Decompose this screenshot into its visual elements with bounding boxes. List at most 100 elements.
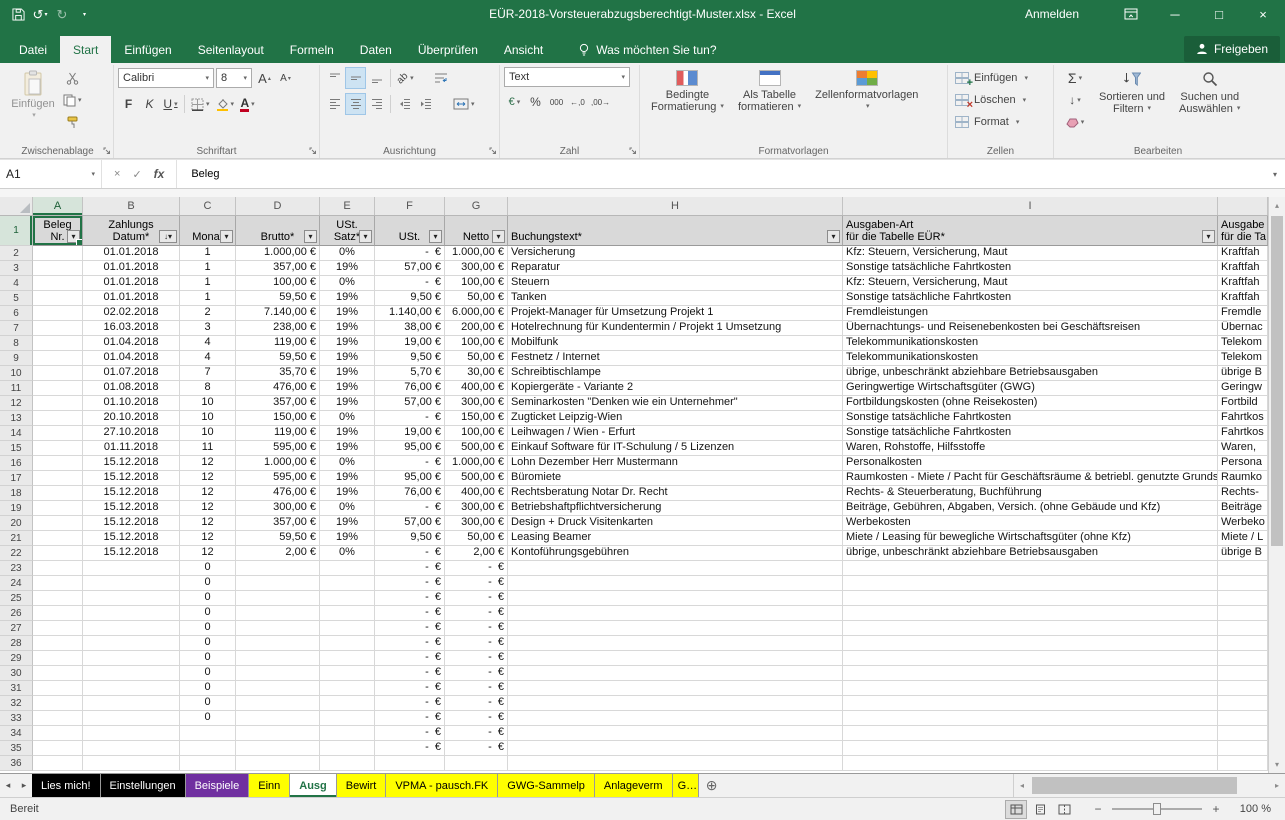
- cell-A32[interactable]: [33, 696, 83, 711]
- sheet-tab-einstellungen[interactable]: Einstellungen: [101, 774, 186, 797]
- cell-E20[interactable]: 19%: [320, 516, 375, 531]
- cell-I27[interactable]: [843, 621, 1218, 636]
- align-left-button[interactable]: [324, 93, 345, 115]
- cell-B36[interactable]: [83, 756, 180, 771]
- cell-F32[interactable]: - €: [375, 696, 445, 711]
- cell-B24[interactable]: [83, 576, 180, 591]
- cell-H26[interactable]: [508, 606, 843, 621]
- cell-J23[interactable]: [1218, 561, 1268, 576]
- accounting-format-button[interactable]: €▾: [504, 91, 525, 113]
- customize-qat-button[interactable]: ▾: [74, 3, 94, 25]
- cell-A15[interactable]: [33, 441, 83, 456]
- row-header-26[interactable]: 26: [0, 606, 33, 621]
- cell-E23[interactable]: [320, 561, 375, 576]
- cell-E27[interactable]: [320, 621, 375, 636]
- cell-H25[interactable]: [508, 591, 843, 606]
- cell-E33[interactable]: [320, 711, 375, 726]
- row-header-21[interactable]: 21: [0, 531, 33, 546]
- cell-E29[interactable]: [320, 651, 375, 666]
- decrease-font-button[interactable]: A▾: [275, 67, 296, 89]
- header-cell[interactable]: ZahlungsDatum*↓▾: [83, 216, 180, 246]
- cell-I33[interactable]: [843, 711, 1218, 726]
- cell-I8[interactable]: Telekommunikationskosten: [843, 336, 1218, 351]
- cell-H12[interactable]: Seminarkosten "Denken wie ein Unternehme…: [508, 396, 843, 411]
- cell-G31[interactable]: - €: [445, 681, 508, 696]
- cell-B8[interactable]: 01.04.2018: [83, 336, 180, 351]
- enter-button[interactable]: ✓: [132, 168, 141, 181]
- cell-A7[interactable]: [33, 321, 83, 336]
- cell-H7[interactable]: Hotelrechnung für Kundentermin / Projekt…: [508, 321, 843, 336]
- cell-F4[interactable]: - €: [375, 276, 445, 291]
- share-button[interactable]: Freigeben: [1184, 36, 1280, 62]
- cell-B19[interactable]: 15.12.2018: [83, 501, 180, 516]
- cell-E18[interactable]: 19%: [320, 486, 375, 501]
- cell-D25[interactable]: [236, 591, 320, 606]
- cell-A11[interactable]: [33, 381, 83, 396]
- cell-C23[interactable]: 0: [180, 561, 236, 576]
- column-header-D[interactable]: D: [236, 197, 320, 215]
- cell-D10[interactable]: 35,70 €: [236, 366, 320, 381]
- cell-B6[interactable]: 02.02.2018: [83, 306, 180, 321]
- fill-color-button[interactable]: ▾: [213, 93, 238, 115]
- cell-A6[interactable]: [33, 306, 83, 321]
- cell-D18[interactable]: 476,00 €: [236, 486, 320, 501]
- bold-button[interactable]: F: [118, 93, 139, 115]
- cell-C9[interactable]: 4: [180, 351, 236, 366]
- cell-I22[interactable]: übrige, unbeschränkt abziehbare Betriebs…: [843, 546, 1218, 561]
- cell-J9[interactable]: Telekom: [1218, 351, 1268, 366]
- cell-J12[interactable]: Fortbild: [1218, 396, 1268, 411]
- cell-E30[interactable]: [320, 666, 375, 681]
- cell-C11[interactable]: 8: [180, 381, 236, 396]
- cell-F9[interactable]: 9,50 €: [375, 351, 445, 366]
- cell-B29[interactable]: [83, 651, 180, 666]
- format-as-table-button[interactable]: Als Tabelle formatieren▾: [731, 67, 808, 116]
- cell-G20[interactable]: 300,00 €: [445, 516, 508, 531]
- sheet-nav-right-button[interactable]: ▸: [16, 774, 32, 797]
- cell-J4[interactable]: Kraftfah: [1218, 276, 1268, 291]
- cell-G35[interactable]: - €: [445, 741, 508, 756]
- cell-I11[interactable]: Geringwertige Wirtschaftsgüter (GWG): [843, 381, 1218, 396]
- cell-I21[interactable]: Miete / Leasing für bewegliche Wirtschaf…: [843, 531, 1218, 546]
- cell-B25[interactable]: [83, 591, 180, 606]
- tab-ueberpruefen[interactable]: Überprüfen: [405, 36, 491, 63]
- cell-G29[interactable]: - €: [445, 651, 508, 666]
- page-layout-view-button[interactable]: [1029, 800, 1051, 819]
- sign-in-link[interactable]: Anmelden: [1025, 7, 1079, 21]
- filter-button[interactable]: ▾: [304, 230, 317, 243]
- cell-F27[interactable]: - €: [375, 621, 445, 636]
- cell-G33[interactable]: - €: [445, 711, 508, 726]
- cell-H24[interactable]: [508, 576, 843, 591]
- sheet-tab-anlageverm[interactable]: Anlageverm: [595, 774, 673, 797]
- cell-H6[interactable]: Projekt-Manager für Umsetzung Projekt 1: [508, 306, 843, 321]
- cell-F29[interactable]: - €: [375, 651, 445, 666]
- cell-G18[interactable]: 400,00 €: [445, 486, 508, 501]
- cell-I9[interactable]: Telekommunikationskosten: [843, 351, 1218, 366]
- sort-filter-button[interactable]: Sortieren und Filtern▾: [1092, 67, 1172, 133]
- cell-D36[interactable]: [236, 756, 320, 771]
- cell-E2[interactable]: 0%: [320, 246, 375, 261]
- name-box[interactable]: A1▾: [0, 160, 102, 188]
- header-cell[interactable]: Ausgabefür die Ta: [1218, 216, 1268, 246]
- row-header-23[interactable]: 23: [0, 561, 33, 576]
- cell-C14[interactable]: 10: [180, 426, 236, 441]
- cell-E8[interactable]: 19%: [320, 336, 375, 351]
- cell-J8[interactable]: Telekom: [1218, 336, 1268, 351]
- cell-C36[interactable]: [180, 756, 236, 771]
- cell-D15[interactable]: 595,00 €: [236, 441, 320, 456]
- column-header-F[interactable]: F: [375, 197, 445, 215]
- cell-C31[interactable]: 0: [180, 681, 236, 696]
- cell-D17[interactable]: 595,00 €: [236, 471, 320, 486]
- sheet-tab-beispiele[interactable]: Beispiele: [186, 774, 250, 797]
- cell-F35[interactable]: - €: [375, 741, 445, 756]
- cell-F23[interactable]: - €: [375, 561, 445, 576]
- cell-A4[interactable]: [33, 276, 83, 291]
- zoom-slider-thumb[interactable]: [1153, 803, 1161, 815]
- row-header-6[interactable]: 6: [0, 306, 33, 321]
- cell-D35[interactable]: [236, 741, 320, 756]
- comma-style-button[interactable]: 000: [546, 91, 567, 113]
- tab-seitenlayout[interactable]: Seitenlayout: [185, 36, 277, 63]
- cell-E15[interactable]: 19%: [320, 441, 375, 456]
- borders-button[interactable]: ▾: [188, 93, 213, 115]
- cell-G23[interactable]: - €: [445, 561, 508, 576]
- cell-I2[interactable]: Kfz: Steuern, Versicherung, Maut: [843, 246, 1218, 261]
